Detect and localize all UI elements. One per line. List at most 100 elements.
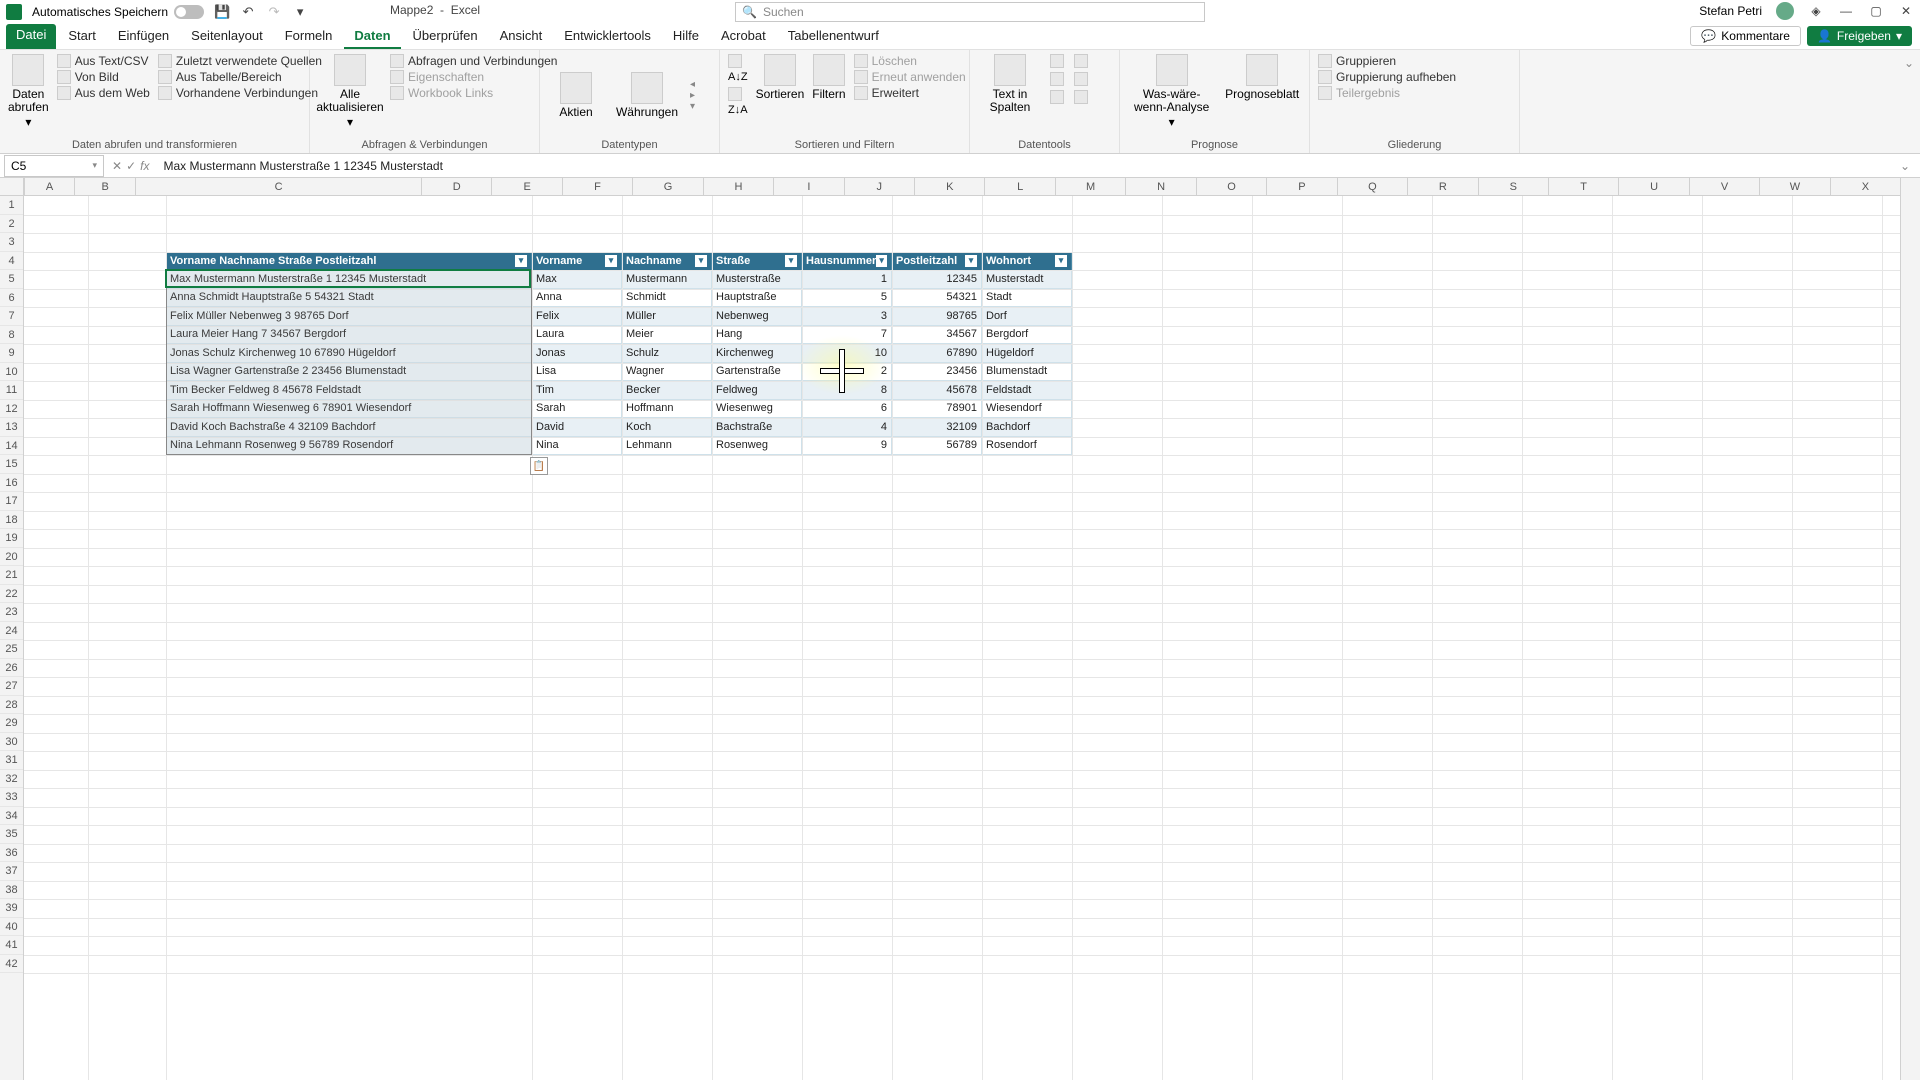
row-header[interactable]: 39 — [0, 899, 23, 918]
ribbon-item[interactable]: Gruppieren — [1318, 54, 1456, 68]
remove-dup-icon[interactable] — [1074, 54, 1088, 68]
row-header[interactable]: 36 — [0, 844, 23, 863]
ribbon-mode-icon[interactable]: ◈ — [1808, 3, 1824, 19]
username-label[interactable]: Stefan Petri — [1699, 4, 1762, 18]
row-header[interactable]: 35 — [0, 825, 23, 844]
save-icon[interactable]: 💾 — [214, 4, 230, 20]
currency-button[interactable]: Währungen — [612, 72, 682, 119]
row-header[interactable]: 24 — [0, 622, 23, 641]
whatif-button[interactable]: Was-wäre-wenn-Analyse ▾ — [1128, 54, 1215, 130]
row-header[interactable]: 11 — [0, 381, 23, 400]
maximize-icon[interactable]: ▢ — [1868, 3, 1884, 19]
row-header[interactable]: 31 — [0, 751, 23, 770]
row-header[interactable]: 40 — [0, 918, 23, 937]
relations-icon[interactable] — [1050, 90, 1064, 104]
row-header[interactable]: 3 — [0, 233, 23, 252]
row-header[interactable]: 38 — [0, 881, 23, 900]
col-header[interactable]: S — [1478, 178, 1548, 195]
stocks-button[interactable]: Aktien — [548, 72, 604, 119]
col-header[interactable]: O — [1196, 178, 1266, 195]
row-header[interactable]: 30 — [0, 733, 23, 752]
cancel-icon[interactable]: ✕ — [112, 159, 122, 173]
row-header[interactable]: 7 — [0, 307, 23, 326]
select-all-corner[interactable] — [0, 178, 24, 196]
col-header[interactable]: N — [1125, 178, 1195, 195]
tab-daten[interactable]: Daten — [344, 24, 400, 49]
ribbon-item[interactable]: Zuletzt verwendete Quellen — [158, 54, 322, 68]
minimize-icon[interactable]: — — [1838, 3, 1854, 19]
col-header[interactable]: E — [491, 178, 561, 195]
ribbon-item[interactable]: Aus Text/CSV — [57, 54, 150, 68]
row-header[interactable]: 21 — [0, 566, 23, 585]
col-header[interactable]: C — [135, 178, 421, 195]
row-header[interactable]: 1 — [0, 196, 23, 215]
collapse-ribbon-icon[interactable]: ⌄ — [1904, 56, 1914, 70]
filter-dropdown-icon[interactable]: ▾ — [605, 255, 617, 267]
row-header[interactable]: 33 — [0, 788, 23, 807]
table-combined[interactable]: Vorname Nachname Straße Postleitzahl▾Max… — [166, 252, 532, 456]
row-header[interactable]: 6 — [0, 289, 23, 308]
row-header[interactable]: 23 — [0, 603, 23, 622]
col-header[interactable]: Q — [1337, 178, 1407, 195]
col-header[interactable]: X — [1830, 178, 1900, 195]
col-header[interactable]: K — [914, 178, 984, 195]
ribbon-item[interactable]: Vorhandene Verbindungen — [158, 86, 322, 100]
col-header[interactable]: V — [1689, 178, 1759, 195]
col-header[interactable]: T — [1548, 178, 1618, 195]
row-header[interactable]: 32 — [0, 770, 23, 789]
row-header[interactable]: 25 — [0, 640, 23, 659]
confirm-icon[interactable]: ✓ — [126, 159, 136, 173]
tab-entwicklertools[interactable]: Entwicklertools — [554, 24, 661, 49]
row-header[interactable]: 17 — [0, 492, 23, 511]
filter-dropdown-icon[interactable]: ▾ — [515, 255, 527, 267]
filter-dropdown-icon[interactable]: ▾ — [695, 255, 707, 267]
col-header[interactable]: B — [74, 178, 135, 195]
autosave-toggle[interactable]: Automatisches Speichern — [32, 5, 204, 19]
ribbon-item[interactable]: Aus Tabelle/Bereich — [158, 70, 322, 84]
sort-az-icon[interactable]: A↓Z — [728, 54, 748, 83]
refresh-all-button[interactable]: Alle aktualisieren ▾ — [318, 54, 382, 130]
col-header[interactable]: P — [1266, 178, 1336, 195]
search-input[interactable]: 🔍 Suchen — [735, 2, 1205, 22]
tab-ansicht[interactable]: Ansicht — [490, 24, 553, 49]
tab-tabellenentwurf[interactable]: Tabellenentwurf — [778, 24, 889, 49]
row-header[interactable]: 10 — [0, 363, 23, 382]
col-header[interactable]: U — [1618, 178, 1688, 195]
row-header[interactable]: 37 — [0, 862, 23, 881]
ribbon-item[interactable]: Von Bild — [57, 70, 150, 84]
share-button[interactable]: 👤 Freigeben ▾ — [1807, 26, 1912, 46]
data-model-icon[interactable] — [1074, 90, 1088, 104]
worksheet-grid[interactable]: ABCDEFGHIJKLMNOPQRSTUVWX 123456789101112… — [0, 178, 1920, 1080]
close-icon[interactable]: ✕ — [1898, 3, 1914, 19]
tab-datei[interactable]: Datei — [6, 24, 56, 49]
get-data-button[interactable]: Daten abrufen ▾ — [8, 54, 49, 130]
col-header[interactable]: J — [844, 178, 914, 195]
col-header[interactable]: D — [421, 178, 491, 195]
ribbon-item[interactable]: Abfragen und Verbindungen — [390, 54, 557, 68]
row-headers[interactable]: 1234567891011121314151617181920212223242… — [0, 196, 24, 1080]
col-header[interactable]: I — [773, 178, 843, 195]
sort-za-icon[interactable]: Z↓A — [728, 87, 748, 116]
filter-dropdown-icon[interactable]: ▾ — [785, 255, 797, 267]
undo-icon[interactable]: ↶ — [240, 4, 256, 20]
tab-hilfe[interactable]: Hilfe — [663, 24, 709, 49]
consolidate-icon[interactable] — [1074, 72, 1088, 86]
filter-dropdown-icon[interactable]: ▾ — [965, 255, 977, 267]
flash-fill-icon[interactable] — [1050, 54, 1064, 68]
row-header[interactable]: 41 — [0, 936, 23, 955]
col-header[interactable]: H — [703, 178, 773, 195]
avatar[interactable] — [1776, 2, 1794, 20]
sort-button[interactable]: Sortieren — [756, 54, 805, 101]
row-header[interactable]: 15 — [0, 455, 23, 474]
formula-input[interactable]: Max Mustermann Musterstraße 1 12345 Must… — [157, 159, 1889, 173]
row-header[interactable]: 27 — [0, 677, 23, 696]
col-header[interactable]: L — [984, 178, 1054, 195]
col-header[interactable]: M — [1055, 178, 1125, 195]
row-header[interactable]: 26 — [0, 659, 23, 678]
fx-icon[interactable]: fx — [140, 159, 149, 173]
vertical-scrollbar[interactable] — [1900, 178, 1920, 1080]
row-header[interactable]: 14 — [0, 437, 23, 456]
forecast-button[interactable]: Prognoseblatt — [1223, 54, 1301, 101]
ribbon-item[interactable]: Gruppierung aufheben — [1318, 70, 1456, 84]
filter-dropdown-icon[interactable]: ▾ — [876, 255, 887, 267]
